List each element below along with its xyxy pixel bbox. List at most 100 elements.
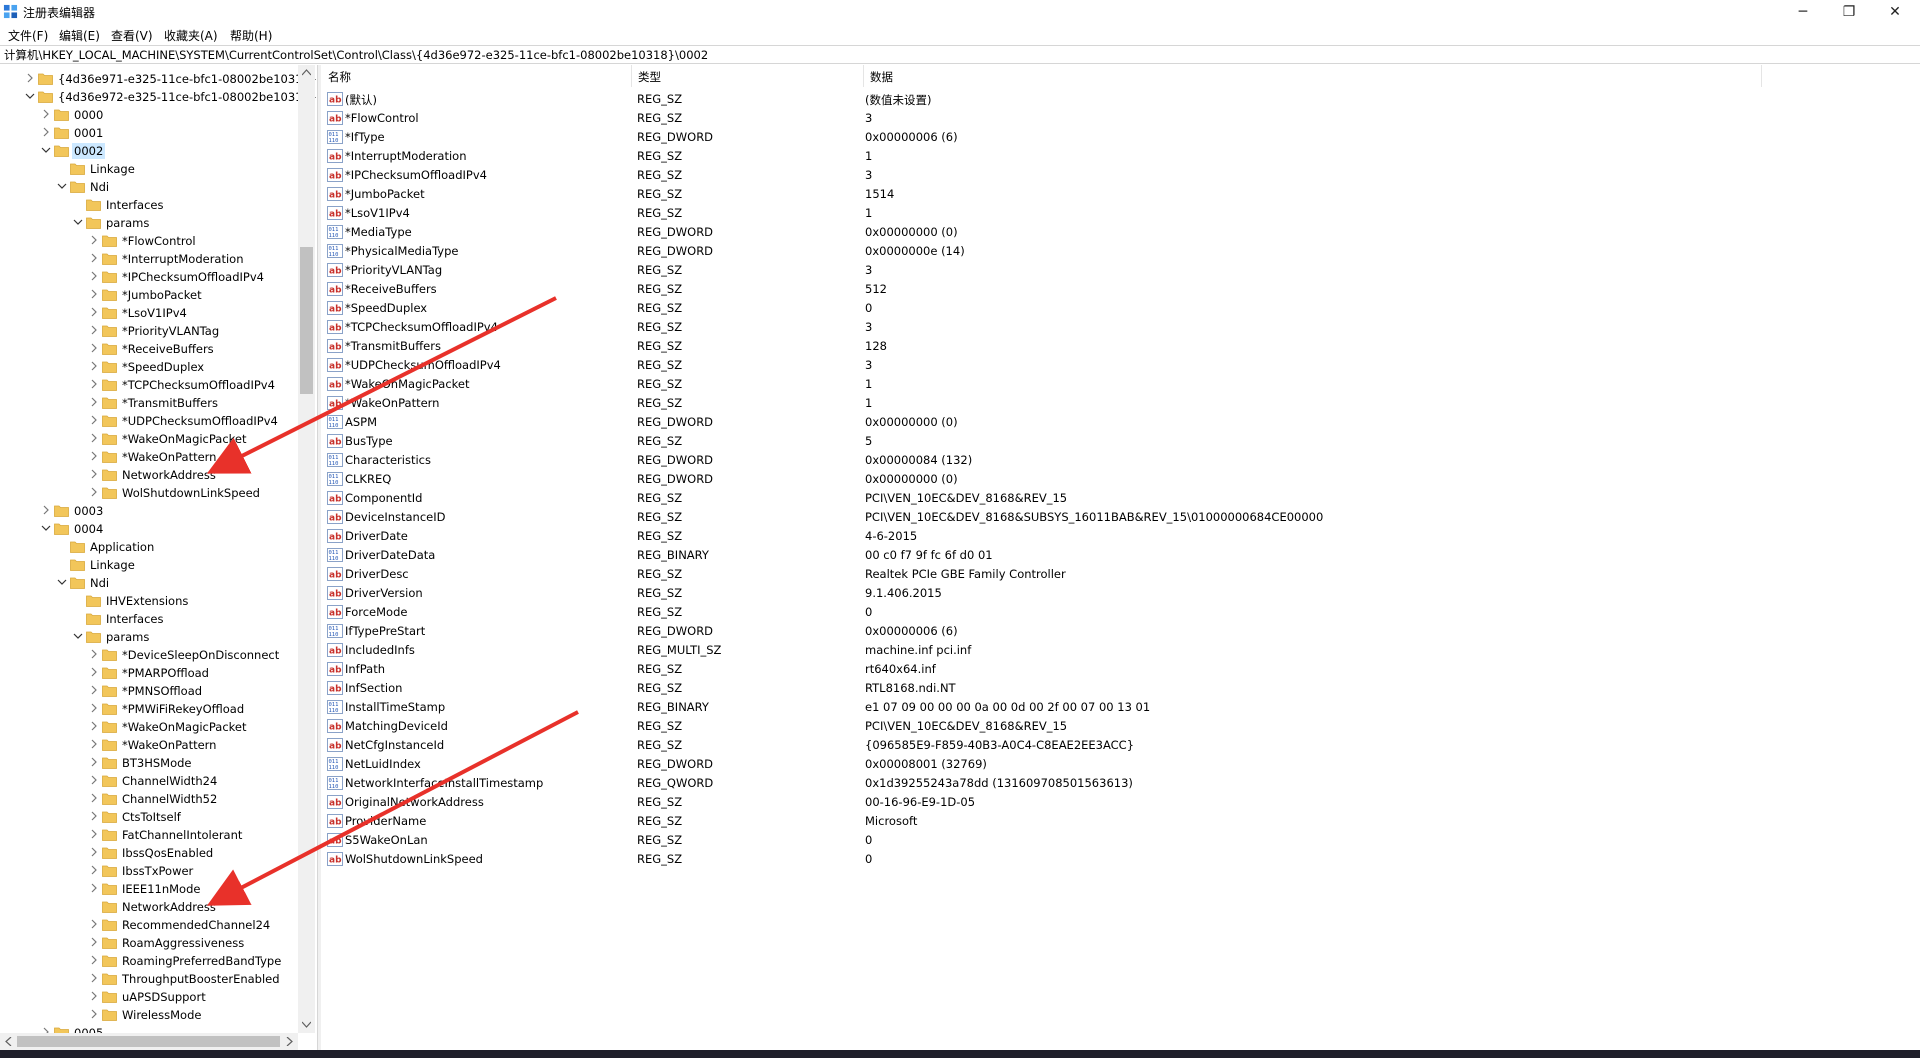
chevron-right-icon[interactable] (89, 397, 99, 407)
tree-node[interactable]: *JumboPacket (0, 286, 298, 304)
tree-node[interactable]: *LsoV1IPv4 (0, 304, 298, 322)
chevron-right-icon[interactable] (89, 937, 99, 947)
chevron-right-icon[interactable] (89, 307, 99, 317)
tree-node[interactable]: *IPChecksumOffloadIPv4 (0, 268, 298, 286)
chevron-right-icon[interactable] (89, 649, 99, 659)
chevron-right-icon[interactable] (89, 415, 99, 425)
chevron-right-icon[interactable] (89, 775, 99, 785)
tree-node[interactable]: *WakeOnMagicPacket (0, 718, 298, 736)
chevron-right-icon[interactable] (25, 73, 35, 83)
tree-node[interactable]: IEEE11nMode (0, 880, 298, 898)
tree-node[interactable]: *TransmitBuffers (0, 394, 298, 412)
value-row[interactable]: ab *WakeOnPattern REG_SZ 1 (322, 394, 1912, 413)
tree-node[interactable]: uAPSDSupport (0, 988, 298, 1006)
tree-node[interactable]: *UDPChecksumOffloadIPv4 (0, 412, 298, 430)
maximize-button[interactable]: ❐ (1826, 0, 1872, 24)
chevron-right-icon[interactable] (89, 667, 99, 677)
tree-node[interactable]: WolShutdownLinkSpeed (0, 484, 298, 502)
chevron-right-icon[interactable] (89, 253, 99, 263)
tree-node[interactable]: ChannelWidth24 (0, 772, 298, 790)
chevron-down-icon[interactable] (73, 217, 83, 227)
minimize-button[interactable]: ─ (1780, 0, 1826, 24)
value-row[interactable]: ab *PriorityVLANTag REG_SZ 3 (322, 261, 1912, 280)
tree-node[interactable]: *WakeOnPattern (0, 736, 298, 754)
value-row[interactable]: 011 110 IfTypePreStart REG_DWORD 0x00000006 … (322, 622, 1912, 641)
tree-node[interactable]: *ReceiveBuffers (0, 340, 298, 358)
value-row[interactable]: ab InfSection REG_SZ RTL8168.ndi.NT (322, 679, 1912, 698)
value-row[interactable]: ab *LsoV1IPv4 REG_SZ 1 (322, 204, 1912, 223)
chevron-right-icon[interactable] (89, 919, 99, 929)
chevron-right-icon[interactable] (89, 703, 99, 713)
chevron-down-icon[interactable] (41, 145, 51, 155)
value-row[interactable]: ab DriverDate REG_SZ 4-6-2015 (322, 527, 1912, 546)
tree-vertical-scroll-thumb[interactable] (300, 247, 313, 394)
value-row[interactable]: ab DeviceInstanceID REG_SZ PCI\VEN_10EC&DEV… (322, 508, 1912, 527)
chevron-right-icon[interactable] (89, 325, 99, 335)
tree-node[interactable]: Application (0, 538, 298, 556)
tree-node[interactable]: WirelessMode (0, 1006, 298, 1024)
chevron-right-icon[interactable] (89, 829, 99, 839)
chevron-right-icon[interactable] (89, 289, 99, 299)
tree-node[interactable]: Ndi (0, 574, 298, 592)
value-row[interactable]: ab *SpeedDuplex REG_SZ 0 (322, 299, 1912, 318)
tree-node[interactable]: *WakeOnPattern (0, 448, 298, 466)
chevron-right-icon[interactable] (89, 757, 99, 767)
tree-node[interactable]: Linkage (0, 160, 298, 178)
value-row[interactable]: ab NetCfgInstanceId REG_SZ {096585E9-F859-4… (322, 736, 1912, 755)
chevron-right-icon[interactable] (89, 361, 99, 371)
value-row[interactable]: ab WolShutdownLinkSpeed REG_SZ 0 (322, 850, 1912, 869)
value-row[interactable]: ab *IPChecksumOffloadIPv4 REG_SZ 3 (322, 166, 1912, 185)
value-row[interactable]: 011 110 *PhysicalMediaType REG_DWORD 0x00000… (322, 242, 1912, 261)
tree-node[interactable]: NetworkAddress (0, 898, 298, 916)
value-row[interactable]: ab *UDPChecksumOffloadIPv4 REG_SZ 3 (322, 356, 1912, 375)
chevron-right-icon[interactable] (89, 847, 99, 857)
tree-node[interactable]: 0003 (0, 502, 298, 520)
column-header-name[interactable]: 名称 (322, 65, 632, 87)
chevron-right-icon[interactable] (89, 793, 99, 803)
chevron-down-icon[interactable] (41, 523, 51, 533)
tree-horizontal-scrollbar[interactable] (0, 1033, 298, 1050)
chevron-down-icon[interactable] (57, 577, 67, 587)
chevron-right-icon[interactable] (89, 379, 99, 389)
value-row[interactable]: 011 110 *MediaType REG_DWORD 0x00000000 (0) (322, 223, 1912, 242)
menu-favorites[interactable]: 收藏夹(A) (164, 27, 218, 44)
chevron-right-icon[interactable] (89, 973, 99, 983)
tree-node[interactable]: 0000 (0, 106, 298, 124)
tree-node[interactable]: {4d36e972-e325-11ce-bfc1-08002be10318} (0, 88, 317, 106)
chevron-down-icon[interactable] (25, 91, 35, 101)
value-row[interactable]: ab DriverVersion REG_SZ 9.1.406.2015 (322, 584, 1912, 603)
tree-node[interactable]: FatChannelIntolerant (0, 826, 298, 844)
menu-file[interactable]: 文件(F) (8, 27, 48, 44)
tree-node[interactable]: Interfaces (0, 196, 298, 214)
value-row[interactable]: ab DriverDesc REG_SZ Realtek PCIe GBE Famil… (322, 565, 1912, 584)
menu-help[interactable]: 帮助(H) (230, 27, 272, 44)
tree-node[interactable]: *PriorityVLANTag (0, 322, 298, 340)
chevron-right-icon[interactable] (41, 109, 51, 119)
value-row[interactable]: 011 110 CLKREQ REG_DWORD 0x00000000 (0) (322, 470, 1912, 489)
tree-node[interactable]: params (0, 214, 298, 232)
chevron-right-icon[interactable] (89, 451, 99, 461)
value-row[interactable]: ab *WakeOnMagicPacket REG_SZ 1 (322, 375, 1912, 394)
scroll-down-icon[interactable] (302, 1021, 311, 1028)
tree-node[interactable]: *InterruptModeration (0, 250, 298, 268)
chevron-down-icon[interactable] (73, 631, 83, 641)
column-header-type[interactable]: 类型 (632, 65, 864, 87)
tree-node[interactable]: CtsToItself (0, 808, 298, 826)
tree-node[interactable]: Ndi (0, 178, 298, 196)
tree-node[interactable]: RoamingPreferredBandType (0, 952, 298, 970)
tree-node[interactable]: 0001 (0, 124, 298, 142)
chevron-right-icon[interactable] (41, 505, 51, 515)
pane-splitter[interactable] (317, 65, 321, 1050)
value-row[interactable]: ab ForceMode REG_SZ 0 (322, 603, 1912, 622)
chevron-right-icon[interactable] (89, 1009, 99, 1019)
value-row[interactable]: ab *JumboPacket REG_SZ 1514 (322, 185, 1912, 204)
chevron-right-icon[interactable] (89, 865, 99, 875)
value-row[interactable]: ab InfPath REG_SZ rt640x64.inf (322, 660, 1912, 679)
close-button[interactable]: ✕ (1872, 0, 1918, 24)
scroll-right-icon[interactable] (286, 1037, 293, 1046)
tree-node[interactable]: BT3HSMode (0, 754, 298, 772)
chevron-right-icon[interactable] (89, 991, 99, 1001)
chevron-right-icon[interactable] (89, 487, 99, 497)
chevron-right-icon[interactable] (41, 127, 51, 137)
menu-edit[interactable]: 编辑(E) (59, 27, 100, 44)
